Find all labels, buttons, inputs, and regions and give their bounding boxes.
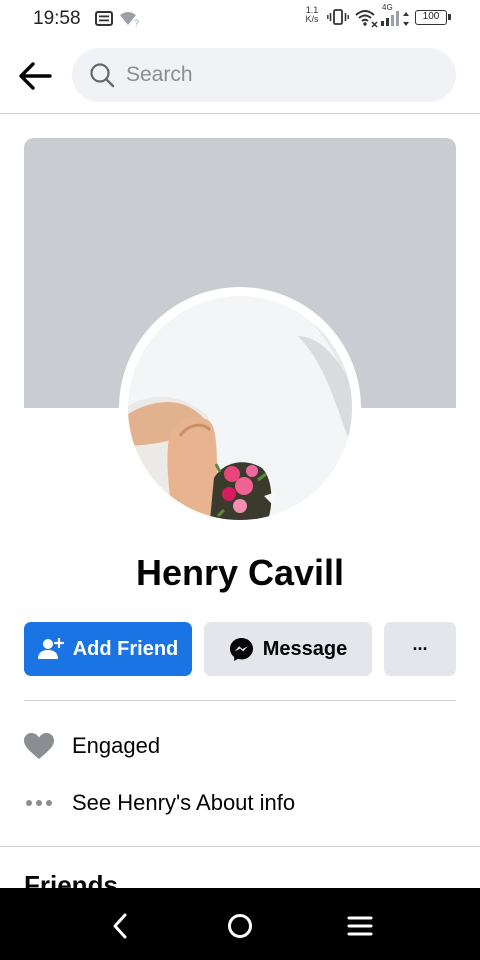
message-button[interactable]: Message — [204, 622, 372, 676]
hamburger-icon — [347, 916, 373, 936]
about-info-link[interactable]: See Henry's About info — [72, 790, 295, 816]
data-arrows-icon — [403, 12, 409, 26]
person-plus-icon — [37, 638, 64, 659]
back-button[interactable] — [14, 56, 56, 96]
profile-name: Henry Cavill — [135, 552, 345, 593]
battery-indicator: 100 — [415, 10, 451, 25]
notification-icon — [95, 11, 113, 26]
net-speed-indicator: 1.1 K/s — [303, 6, 321, 24]
wifi-icon — [355, 10, 378, 28]
status-time: 19:58 — [33, 8, 81, 29]
search-input[interactable]: Search — [72, 48, 456, 102]
profile-picture[interactable] — [128, 296, 352, 520]
svg-text:?: ? — [134, 18, 139, 27]
wifi-unknown-icon: ? — [120, 12, 139, 27]
ellipsis-icon — [22, 788, 56, 818]
search-icon — [90, 63, 115, 88]
message-label: Message — [262, 637, 348, 660]
nav-menu-button[interactable] — [340, 906, 380, 946]
profile-picture-image — [128, 296, 352, 520]
relationship-row: Engaged — [0, 725, 480, 765]
heart-icon — [22, 731, 56, 761]
more-icon: ··· — [412, 638, 429, 659]
divider — [24, 700, 456, 701]
more-options-button[interactable]: ··· — [384, 622, 456, 676]
profile-screen: 19:58 ? 1.1 K/s 4G 100 Search Henry Cavi… — [0, 0, 480, 960]
top-bar: Search — [0, 38, 480, 114]
chevron-left-icon — [113, 913, 127, 939]
about-info-row[interactable]: See Henry's About info — [0, 782, 480, 822]
signal-icon — [381, 11, 399, 26]
arrow-left-icon — [19, 62, 52, 90]
vibrate-icon — [327, 9, 349, 25]
circle-icon — [228, 914, 252, 938]
add-friend-button[interactable]: Add Friend — [24, 622, 192, 676]
status-bar: 19:58 ? 1.1 K/s 4G 100 — [0, 0, 480, 38]
nav-home-button[interactable] — [220, 906, 260, 946]
search-placeholder: Search — [126, 63, 193, 86]
net-speed-unit: K/s — [305, 14, 319, 24]
section-divider — [0, 846, 480, 847]
relationship-status: Engaged — [72, 733, 161, 758]
nav-back-button[interactable] — [100, 906, 140, 946]
system-nav-bar — [0, 888, 480, 960]
add-friend-label: Add Friend — [72, 637, 179, 660]
messenger-icon — [229, 637, 253, 661]
